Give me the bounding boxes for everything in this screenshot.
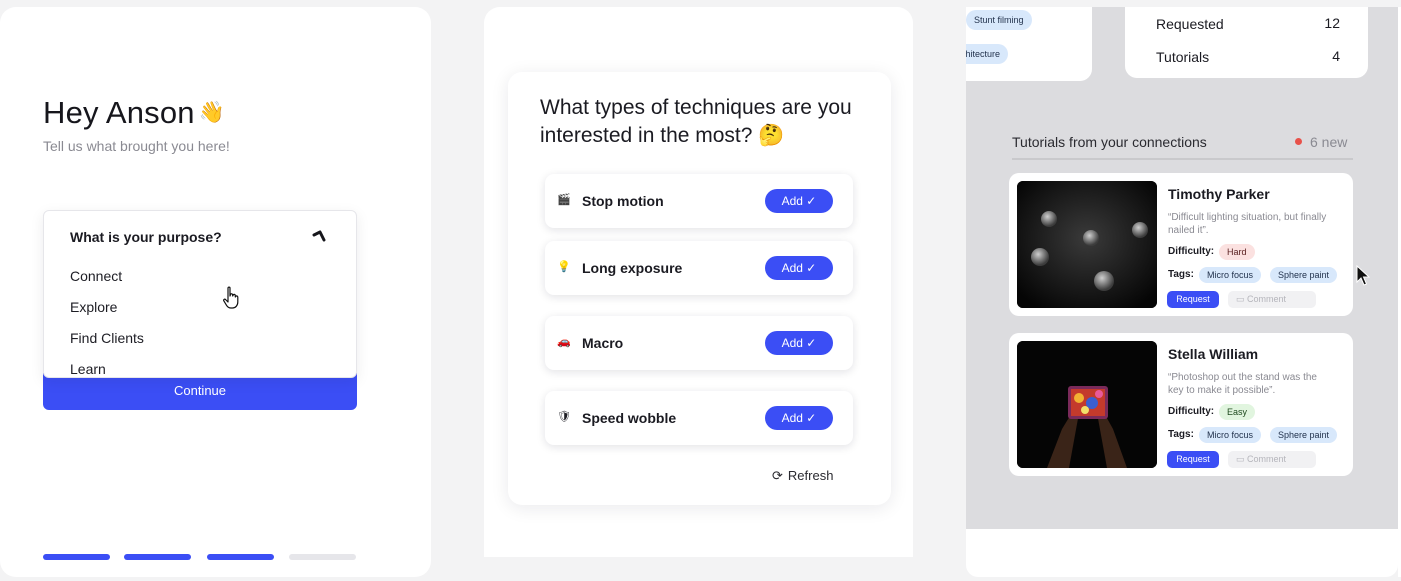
techniques-question-text: What types of techniques are you interes… xyxy=(540,96,852,147)
arrow-cursor-icon xyxy=(1356,265,1370,286)
dashboard-footer xyxy=(966,529,1398,577)
continue-button[interactable]: Continue xyxy=(43,373,357,410)
car-icon: 🚗 xyxy=(557,336,571,348)
request-button[interactable]: Request xyxy=(1167,291,1219,308)
purpose-dropdown-label: What is your purpose? xyxy=(70,229,222,245)
stat-value: 4 xyxy=(1332,48,1340,64)
stat-label: Requested xyxy=(1156,16,1224,32)
tags-card: Stunt filming Architecture xyxy=(966,7,1092,81)
technique-row: 🚗 Macro Add ✓ xyxy=(545,316,853,370)
tutorial-card[interactable]: Timothy Parker “Difficult lighting situa… xyxy=(1009,173,1353,316)
new-indicator-dot xyxy=(1295,138,1302,145)
comment-button[interactable]: ▭ Comment xyxy=(1228,291,1316,308)
techniques-panel: What types of techniques are you interes… xyxy=(484,7,913,557)
progress-step-1 xyxy=(43,554,110,560)
technique-label: Macro xyxy=(582,335,624,351)
tags-label: Tags: xyxy=(1168,269,1194,280)
refresh-button[interactable]: ⟳ Refresh xyxy=(772,468,833,484)
feed-title: Tutorials from your connections xyxy=(1012,134,1207,150)
chevron-up-icon[interactable] xyxy=(312,230,326,242)
technique-label: Speed wobble xyxy=(582,410,677,426)
add-technique-button[interactable]: Add ✓ xyxy=(765,256,833,280)
technique-row: 🛡 Speed wobble Add ✓ xyxy=(545,391,853,445)
tutorial-quote: “Photoshop out the stand was the key to … xyxy=(1168,372,1317,396)
tutorial-card[interactable]: Stella William “Photoshop out the stand … xyxy=(1009,333,1353,476)
new-count[interactable]: 6 new xyxy=(1310,134,1347,150)
tag-chip[interactable]: Micro focus xyxy=(1199,267,1262,283)
greeting-title: Hey Anson 👋 xyxy=(43,95,225,131)
progress-step-3 xyxy=(207,554,274,560)
hand-cursor-icon xyxy=(223,286,239,309)
tutorial-thumbnail xyxy=(1017,341,1157,468)
lightbulb-icon: 💡 xyxy=(557,261,571,273)
clapperboard-icon: 🎬 xyxy=(557,194,571,206)
tutorial-thumbnail xyxy=(1017,181,1157,308)
request-button[interactable]: Request xyxy=(1167,451,1219,468)
greeting-text: Hey Anson xyxy=(43,95,195,130)
difficulty-label: Difficulty: xyxy=(1168,406,1215,417)
tag-chip[interactable]: Micro focus xyxy=(1199,427,1262,443)
comment-button[interactable]: ▭ Comment xyxy=(1228,451,1316,468)
add-technique-button[interactable]: Add ✓ xyxy=(765,406,833,430)
divider xyxy=(1012,158,1353,160)
shield-icon: 🛡 xyxy=(557,411,571,423)
onboarding-panel: Hey Anson 👋 Tell us what brought you here… xyxy=(0,7,431,577)
purpose-dropdown[interactable]: What is your purpose? Connect Explore Fi… xyxy=(43,210,357,378)
difficulty-label: Difficulty: xyxy=(1168,246,1215,257)
technique-label: Stop motion xyxy=(582,193,664,209)
tag-chip[interactable]: Sphere paint xyxy=(1270,427,1338,443)
add-technique-button[interactable]: Add ✓ xyxy=(765,331,833,355)
stats-card: Requested 12 Tutorials 4 xyxy=(1125,7,1368,78)
tag-chip[interactable]: Sphere paint xyxy=(1270,267,1338,283)
greeting-subtitle: Tell us what brought you here! xyxy=(43,138,230,154)
progress-step-4 xyxy=(289,554,356,560)
tag-chip[interactable]: Stunt filming xyxy=(966,10,1032,30)
comment-label: Comment xyxy=(1247,294,1287,304)
technique-label: Long exposure xyxy=(582,260,683,276)
tutorial-author: Timothy Parker xyxy=(1168,186,1270,202)
tutorial-quote: “Difficult lighting situation, but final… xyxy=(1168,212,1327,236)
difficulty-badge: Hard xyxy=(1219,244,1255,260)
techniques-question: What types of techniques are you interes… xyxy=(540,94,870,150)
refresh-icon: ⟳ xyxy=(772,468,783,483)
techniques-card: What types of techniques are you interes… xyxy=(508,72,891,505)
purpose-option-learn[interactable]: Learn xyxy=(70,361,106,377)
purpose-option-connect[interactable]: Connect xyxy=(70,268,122,284)
tag-chip[interactable]: Architecture xyxy=(966,44,1009,64)
add-technique-button[interactable]: Add ✓ xyxy=(765,189,833,213)
refresh-label: Refresh xyxy=(787,468,834,483)
difficulty-badge: Easy xyxy=(1219,404,1256,420)
purpose-option-find-clients[interactable]: Find Clients xyxy=(70,330,144,346)
stat-value: 12 xyxy=(1324,15,1340,31)
thinking-face-icon: 🤔 xyxy=(758,124,785,147)
tags-label: Tags: xyxy=(1168,429,1194,440)
stat-label: Tutorials xyxy=(1156,49,1210,65)
waving-hand-icon: 👋 xyxy=(198,101,226,124)
comment-icon: ▭ xyxy=(1236,294,1245,304)
dashboard-panel: Stunt filming Architecture Requested 12 … xyxy=(966,7,1398,529)
comment-icon: ▭ xyxy=(1236,454,1245,464)
technique-row: 🎬 Stop motion Add ✓ xyxy=(545,174,853,228)
progress-step-2 xyxy=(124,554,191,560)
comment-label: Comment xyxy=(1247,454,1287,464)
tutorial-author: Stella William xyxy=(1168,346,1259,362)
purpose-option-explore[interactable]: Explore xyxy=(70,299,117,315)
technique-row: 💡 Long exposure Add ✓ xyxy=(545,241,853,295)
